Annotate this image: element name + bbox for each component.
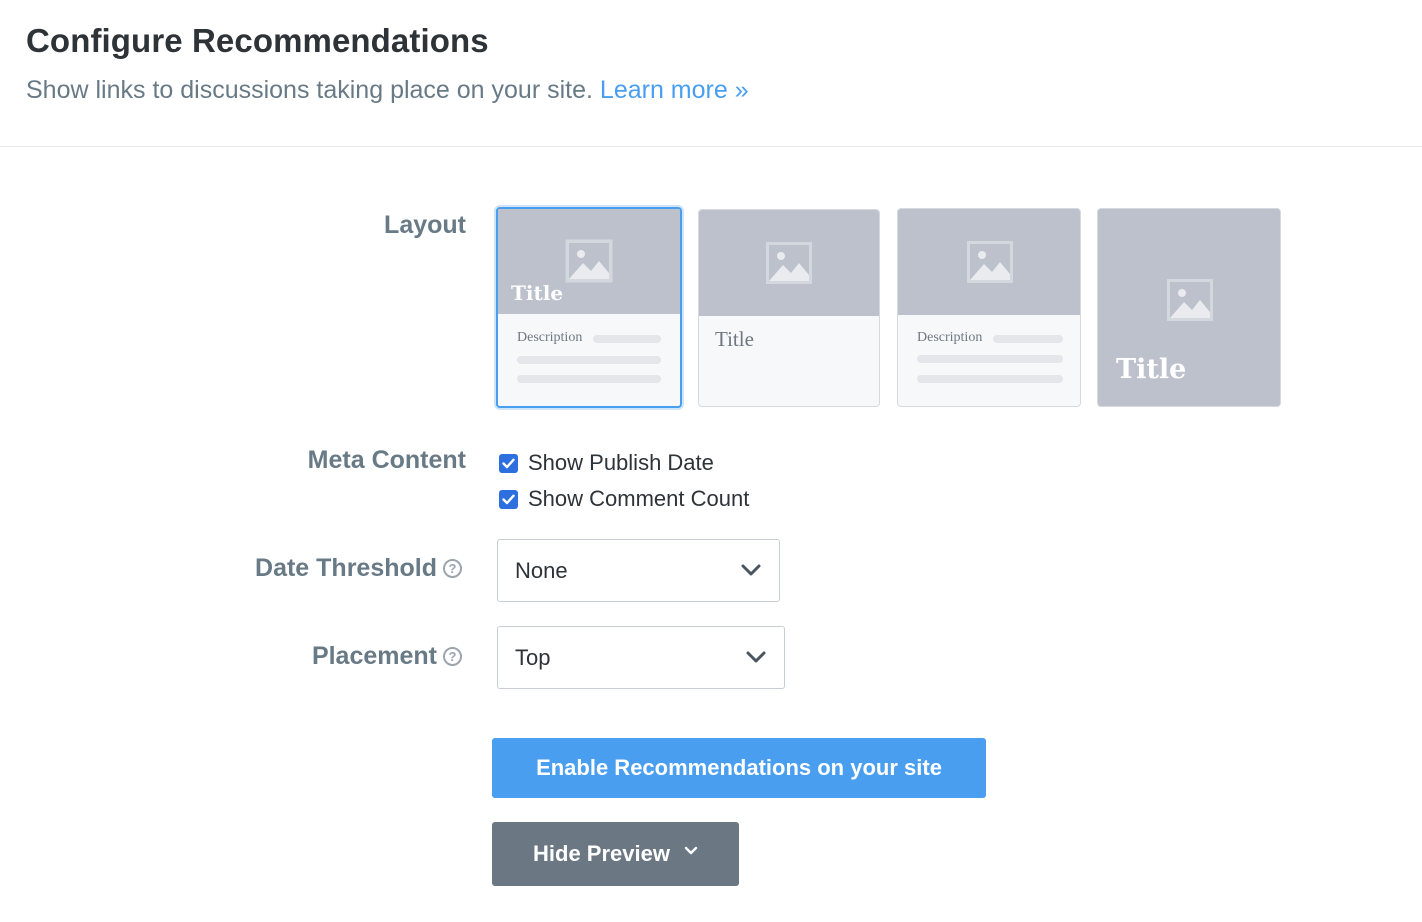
subtitle-text: Show links to discussions taking place o… (26, 76, 593, 104)
hide-preview-button[interactable]: Hide Preview (492, 822, 739, 886)
comment-count-label[interactable]: Show Comment Count (528, 486, 749, 512)
chevron-down-icon (741, 564, 761, 576)
image-icon (565, 239, 613, 283)
thumbnail (699, 210, 879, 316)
layout-option-3[interactable]: Description (897, 208, 1081, 407)
overlay-title: Title (1116, 354, 1187, 385)
page-subtitle: Show links to discussions taking place o… (26, 76, 749, 105)
description-label: Description (917, 330, 983, 345)
hide-preview-label: Hide Preview (533, 841, 670, 866)
thumbnail: Title (1098, 209, 1280, 406)
date-threshold-label: Date Threshold? (200, 554, 462, 583)
help-icon[interactable]: ? (443, 559, 462, 578)
thumbnail (898, 209, 1080, 315)
chevron-down-icon (684, 846, 698, 854)
help-icon[interactable]: ? (443, 647, 462, 666)
placement-value: Top (515, 644, 551, 670)
show-publish-date-option[interactable]: Show Publish Date (499, 450, 714, 476)
placement-label: Placement? (200, 642, 462, 671)
chevron-down-icon (746, 651, 766, 663)
card-title: Title (715, 327, 754, 351)
learn-more-link[interactable]: Learn more » (600, 76, 749, 104)
placeholder-line (993, 335, 1063, 343)
checkmark-icon (502, 494, 515, 504)
image-icon (1167, 279, 1213, 321)
date-threshold-select[interactable]: None (497, 539, 780, 602)
image-icon (967, 241, 1013, 283)
layout-option-1[interactable]: Title Description (496, 207, 682, 408)
comment-count-checkbox[interactable] (499, 489, 518, 509)
checkmark-icon (502, 458, 515, 468)
placement-select[interactable]: Top (497, 626, 785, 689)
publish-date-label[interactable]: Show Publish Date (528, 450, 714, 476)
layout-label: Layout (384, 211, 466, 239)
show-comment-count-option[interactable]: Show Comment Count (499, 486, 749, 512)
publish-date-checkbox[interactable] (499, 453, 518, 473)
overlay-title: Title (511, 281, 564, 305)
placeholder-line (593, 335, 661, 343)
placeholder-line (917, 355, 1063, 363)
thumbnail: Title (498, 209, 680, 314)
page-title: Configure Recommendations (26, 22, 489, 59)
date-threshold-value: None (515, 557, 568, 583)
date-threshold-text: Date Threshold (255, 554, 437, 582)
layout-option-4[interactable]: Title (1097, 208, 1281, 407)
enable-recommendations-button[interactable]: Enable Recommendations on your site (492, 738, 986, 798)
placeholder-line (517, 375, 661, 383)
page-header: Configure Recommendations Show links to … (0, 0, 1422, 147)
meta-content-label: Meta Content (307, 446, 466, 474)
layout-option-2[interactable]: Title (698, 209, 880, 407)
placeholder-line (517, 356, 661, 364)
placement-text: Placement (311, 642, 437, 670)
description-label: Description (517, 330, 583, 345)
image-icon (766, 242, 812, 284)
placeholder-line (917, 375, 1063, 383)
